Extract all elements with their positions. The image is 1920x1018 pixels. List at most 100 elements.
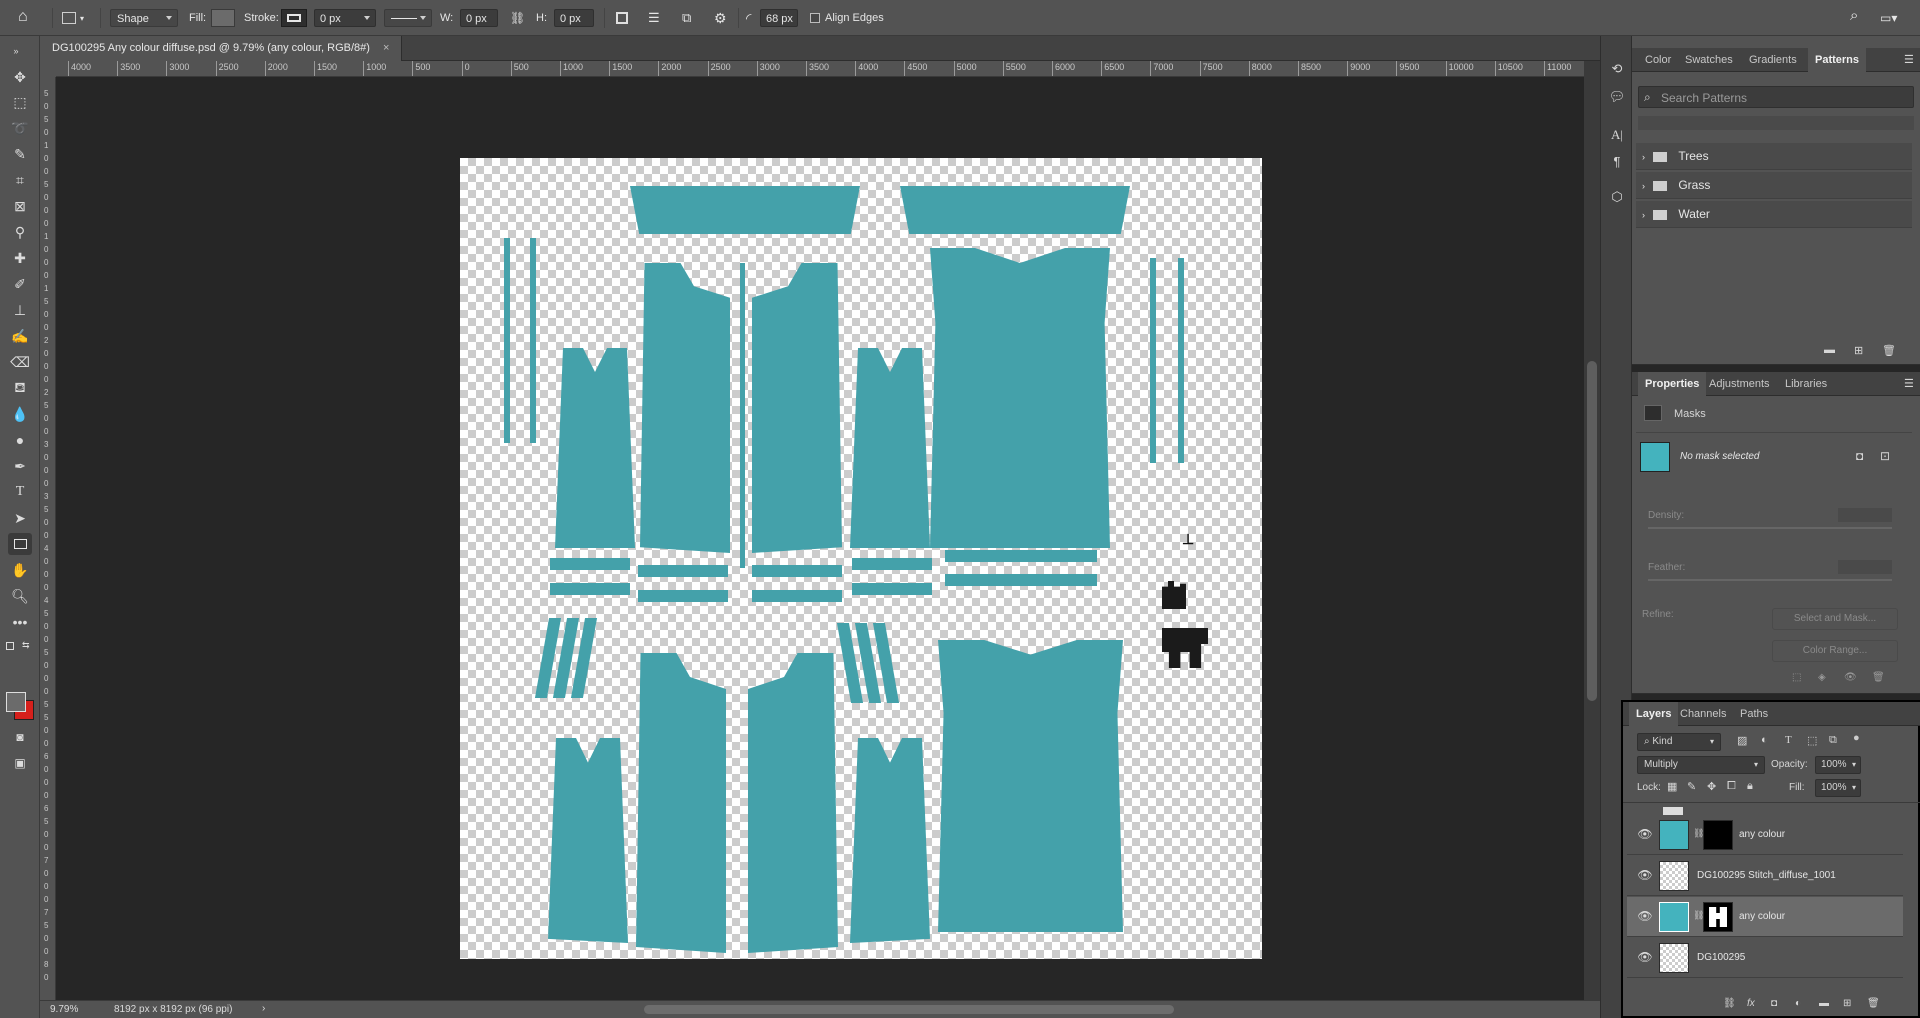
eye-icon[interactable]: 👁︎ (1637, 827, 1653, 843)
dodge-tool-icon[interactable]: ● (8, 429, 32, 451)
path-operations-icon[interactable] (616, 12, 628, 24)
history-icon[interactable]: ⟲ (1606, 58, 1628, 80)
lock-image-icon[interactable]: ✎ (1687, 780, 1696, 793)
paragraph-icon[interactable]: ¶ (1606, 150, 1628, 172)
trash-icon[interactable]: 🗑︎ (1872, 672, 1885, 683)
fill-input[interactable]: 100% ▾ (1815, 779, 1861, 797)
eye-icon[interactable]: 👁︎ (1637, 868, 1653, 884)
path-selection-tool-icon[interactable]: ➤ (8, 507, 32, 529)
foreground-color-swatch[interactable] (6, 692, 26, 712)
density-input[interactable] (1838, 508, 1892, 522)
blend-mode-select[interactable]: Multiply ▾ (1637, 756, 1765, 774)
fill-swatch[interactable] (211, 9, 235, 27)
density-slider[interactable] (1648, 527, 1892, 529)
filter-smart-object-icon[interactable]: ⧉ (1829, 734, 1837, 747)
tab-adjustments[interactable]: Adjustments (1702, 372, 1777, 396)
zoom-tool-icon[interactable]: 🔍︎ (8, 585, 32, 607)
add-mask-icon[interactable]: ◘ (1771, 998, 1777, 1009)
pattern-folder-grass[interactable]: › Grass (1636, 172, 1912, 199)
panel-menu-icon[interactable]: ☰ (1904, 377, 1914, 390)
document-canvas[interactable]: ⊥ (460, 158, 1262, 959)
stroke-width-input[interactable]: 0 px (314, 9, 376, 27)
lasso-tool-icon[interactable]: ➰ (8, 117, 32, 139)
lock-all-icon[interactable]: 🔒︎ (1747, 780, 1753, 793)
pattern-folder-water[interactable]: › Water (1636, 201, 1912, 228)
marquee-tool-icon[interactable]: ⬚ (8, 91, 32, 113)
hand-tool-icon[interactable]: ✋ (8, 559, 32, 581)
stroke-swatch[interactable] (281, 9, 307, 27)
crop-tool-icon[interactable]: ⌗ (8, 169, 32, 191)
link-layers-icon[interactable]: ⛓ (1723, 998, 1736, 1009)
brush-tool-icon[interactable]: ✐ (8, 273, 32, 295)
filter-shape-icon[interactable]: ⬚ (1807, 734, 1817, 747)
character-icon[interactable]: A| (1606, 124, 1628, 146)
horizontal-ruler[interactable]: 4000 3500 3000 2500 2000 1500 1000 500 0 500 1000 1… (56, 61, 1600, 77)
canvas-area[interactable]: ⊥ (56, 77, 1584, 1000)
swap-colors-icon[interactable]: ⇆ (22, 640, 30, 651)
status-menu-arrow[interactable]: › (262, 1003, 265, 1014)
filter-adjustment-icon[interactable]: ◐ (1761, 734, 1768, 746)
vertical-scroll-thumb[interactable] (1587, 361, 1597, 701)
filter-pixel-icon[interactable]: ▨ (1737, 734, 1747, 747)
filter-toggle-icon[interactable]: ● (1853, 732, 1860, 744)
default-colors-icon[interactable] (6, 642, 14, 650)
home-icon[interactable]: ⌂ (18, 8, 28, 26)
layer-filter-kind-select[interactable]: ⌕ Kind ▾ (1637, 733, 1721, 751)
horizontal-scroll-thumb[interactable] (644, 1005, 1174, 1014)
quick-mask-icon[interactable]: ◙ (8, 726, 32, 748)
pattern-folder-trees[interactable]: › Trees (1636, 143, 1912, 170)
pixel-mask-icon[interactable]: ◘ (1856, 449, 1863, 463)
type-tool-icon[interactable]: T (8, 481, 32, 503)
document-tab[interactable]: DG100295 Any colour diffuse.psd @ 9.79% … (40, 36, 403, 61)
history-brush-tool-icon[interactable]: ✍ (8, 325, 32, 347)
layer-mask-thumbnail[interactable] (1703, 820, 1733, 850)
feather-input[interactable] (1838, 560, 1892, 574)
adjustment-layer-icon[interactable]: ◐ (1795, 998, 1801, 1009)
apply-mask-icon[interactable]: ◈ (1818, 672, 1826, 683)
search-icon[interactable]: ⌕ (1850, 7, 1858, 25)
path-arrangement-icon[interactable]: ⧉ (682, 9, 691, 27)
align-edges-checkbox[interactable] (810, 13, 820, 23)
lock-artboard-icon[interactable]: ⧠ (1727, 780, 1736, 793)
new-layer-icon[interactable]: ⊞ (1843, 998, 1851, 1009)
radius-input[interactable]: 68 px (760, 9, 798, 27)
tab-layers[interactable]: Layers (1629, 702, 1679, 726)
tool-preset-picker[interactable]: ▾ (62, 9, 94, 27)
search-patterns-input[interactable]: ⌕ Search Patterns (1638, 86, 1914, 108)
close-tab-icon[interactable]: × (383, 42, 389, 54)
select-and-mask-button[interactable]: Select and Mask... (1772, 608, 1898, 630)
filter-type-icon[interactable]: T (1785, 734, 1792, 746)
layer-mask-thumbnail[interactable] (1703, 902, 1733, 932)
layer-row-selected[interactable]: 👁︎ ⛓ any colour (1627, 897, 1903, 937)
vertical-ruler[interactable]: 5 0 5 0 1 0 0 5 0 0 0 1 0 0 0 1 5 0 0 2 0 0 0 2 5 0 0 3 0 0 0 3 5 0 0 4 0 0 0 4… (40, 77, 56, 1000)
tab-properties[interactable]: Properties (1638, 372, 1707, 396)
load-selection-icon[interactable]: ⬚ (1792, 672, 1801, 683)
clone-stamp-tool-icon[interactable]: ⊥ (8, 299, 32, 321)
color-range-button[interactable]: Color Range... (1772, 640, 1898, 662)
stroke-type-select[interactable] (384, 9, 432, 27)
tab-paths[interactable]: Paths (1733, 702, 1775, 726)
new-group-icon[interactable]: ▬ (1819, 998, 1829, 1009)
feather-slider[interactable] (1648, 579, 1892, 581)
screen-mode-icon[interactable]: ▣ (8, 752, 32, 774)
gear-icon[interactable]: ⚙ (714, 9, 727, 27)
new-pattern-icon[interactable]: ⊞ (1854, 344, 1863, 357)
eye-icon[interactable]: 👁︎ (1637, 950, 1653, 966)
collapse-toolbar-icon[interactable]: » (4, 40, 28, 62)
zoom-level[interactable]: 9.79% (50, 1004, 78, 1015)
vertical-scrollbar[interactable] (1584, 61, 1600, 1000)
vector-mask-icon[interactable]: ⊡ (1880, 449, 1890, 463)
eyedropper-tool-icon[interactable]: ⚲ (8, 221, 32, 243)
new-group-icon[interactable]: ▬ (1824, 344, 1835, 356)
opacity-input[interactable]: 100% ▾ (1815, 756, 1861, 774)
frame-tool-icon[interactable]: ⊠ (8, 195, 32, 217)
blur-tool-icon[interactable]: 💧 (8, 403, 32, 425)
height-input[interactable]: 0 px (554, 9, 594, 27)
paint-bucket-tool-icon[interactable]: ⛾ (8, 377, 32, 399)
link-icon[interactable]: ⛓ (510, 9, 525, 27)
eye-icon[interactable]: 👁︎ (1844, 672, 1857, 683)
lock-transparent-icon[interactable]: ▦ (1667, 780, 1677, 793)
more-tools-icon[interactable]: ••• (8, 611, 32, 633)
layer-row[interactable]: 👁︎ DG100295 Stitch_diffuse_1001 (1627, 856, 1903, 896)
healing-brush-tool-icon[interactable]: ✚ (8, 247, 32, 269)
